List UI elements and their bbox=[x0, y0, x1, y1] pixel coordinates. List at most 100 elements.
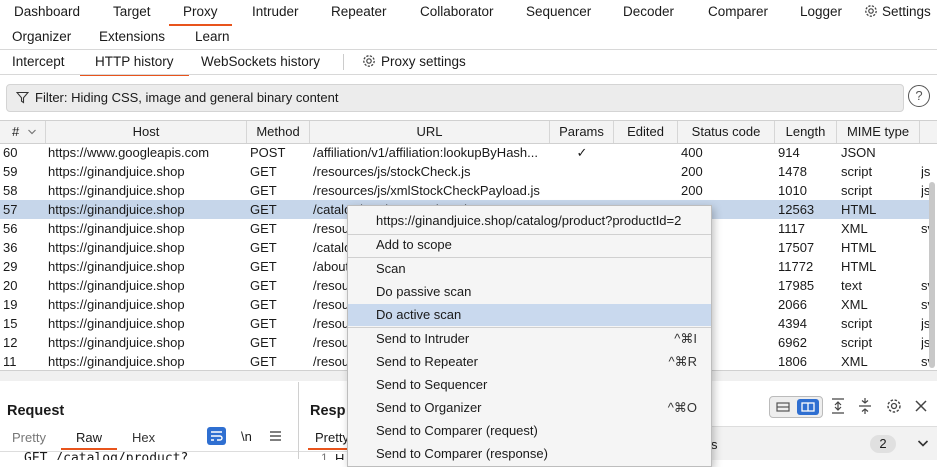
request-pane-title: Request bbox=[7, 403, 65, 419]
tab-settings-label: Settings bbox=[882, 4, 931, 19]
proxy-sub-tabs: Intercept HTTP history WebSockets histor… bbox=[0, 50, 937, 76]
request-tab-pretty[interactable]: Pretty bbox=[12, 430, 46, 445]
cell-mime: HTML bbox=[841, 202, 877, 217]
cell-method: GET bbox=[250, 278, 277, 293]
pretty-print-toggle[interactable] bbox=[207, 427, 226, 445]
wrap-lines-icon bbox=[211, 431, 223, 441]
cell-method: GET bbox=[250, 183, 277, 198]
newline-toggle[interactable]: \n bbox=[241, 429, 252, 444]
funnel-icon bbox=[16, 91, 29, 104]
col-header-method[interactable]: Method bbox=[247, 121, 310, 143]
table-scrollbar[interactable] bbox=[929, 182, 935, 368]
cell-host: https://ginandjuice.shop bbox=[48, 297, 185, 312]
cell-mime: script bbox=[841, 335, 873, 350]
tab-organizer[interactable]: Organizer bbox=[12, 25, 71, 49]
chevron-down-icon bbox=[27, 129, 36, 135]
tab-target[interactable]: Target bbox=[113, 0, 151, 24]
cell-status: 200 bbox=[681, 183, 703, 198]
table-row[interactable]: 60 https://www.googleapis.com POST/affilia… bbox=[0, 143, 930, 162]
menu-item-send-to-comparer-response[interactable]: Send to Comparer (response) bbox=[348, 443, 711, 465]
tab-intruder[interactable]: Intruder bbox=[252, 0, 299, 24]
menu-item-do-active-scan[interactable]: Do active scan bbox=[348, 304, 711, 326]
menu-item-do-passive-scan[interactable]: Do passive scan bbox=[348, 281, 711, 303]
menu-header-label: https://ginandjuice.shop/catalog/product… bbox=[376, 213, 682, 228]
menu-item-send-to-repeater[interactable]: Send to Repeater ^⌘R bbox=[348, 351, 711, 373]
tab-learn[interactable]: Learn bbox=[195, 25, 230, 49]
layout-vertical-button[interactable] bbox=[797, 399, 819, 415]
menu-item-send-to-organizer[interactable]: Send to Organizer ^⌘O bbox=[348, 397, 711, 419]
tab-decoder[interactable]: Decoder bbox=[623, 0, 674, 24]
cell-method: GET bbox=[250, 240, 277, 255]
menu-item-shortcut: ^⌘I bbox=[674, 331, 697, 346]
response-pane-title: Resp bbox=[310, 403, 346, 419]
menu-item-add-to-scope[interactable]: Add to scope bbox=[348, 234, 711, 256]
tab-dashboard[interactable]: Dashboard bbox=[14, 0, 80, 24]
tab-proxy[interactable]: Proxy bbox=[169, 0, 232, 26]
col-header-status[interactable]: Status code bbox=[678, 121, 775, 143]
col-header-url[interactable]: URL bbox=[310, 121, 550, 143]
cell-method: GET bbox=[250, 354, 277, 369]
menu-item-label: Add to scope bbox=[376, 237, 452, 252]
tab-http-history[interactable]: HTTP history bbox=[80, 50, 189, 76]
menu-item-label: Send to Comparer (request) bbox=[376, 423, 538, 438]
col-header-ext[interactable] bbox=[920, 121, 937, 143]
table-row[interactable]: 58 https://ginandjuice.shop GET/resources/… bbox=[0, 181, 930, 200]
close-icon[interactable] bbox=[913, 398, 929, 414]
filter-bar[interactable]: Filter: Hiding CSS, image and general bi… bbox=[6, 84, 904, 112]
layout-horizontal-button[interactable] bbox=[773, 400, 793, 414]
cell-host: https://ginandjuice.shop bbox=[48, 202, 185, 217]
col-header-length[interactable]: Length bbox=[775, 121, 837, 143]
menu-item-send-to-intruder[interactable]: Send to Intruder ^⌘I bbox=[348, 328, 711, 350]
menu-item-shortcut: ^⌘O bbox=[667, 400, 697, 415]
col-header-host[interactable]: Host bbox=[46, 121, 247, 143]
inspector-section[interactable]: s 2 bbox=[711, 426, 937, 460]
request-tab-hex[interactable]: Hex bbox=[132, 430, 155, 445]
cell-id: 59 bbox=[3, 164, 18, 179]
tab-extensions[interactable]: Extensions bbox=[99, 25, 165, 49]
tab-repeater[interactable]: Repeater bbox=[331, 0, 387, 24]
filter-text: Filter: Hiding CSS, image and general bi… bbox=[35, 90, 339, 105]
tab-logger[interactable]: Logger bbox=[800, 0, 842, 24]
cell-length: 4394 bbox=[778, 316, 807, 331]
help-icon[interactable]: ? bbox=[908, 85, 930, 107]
menu-item-scan[interactable]: Scan bbox=[348, 258, 711, 280]
col-header-mime[interactable]: MIME type bbox=[837, 121, 920, 143]
cell-params bbox=[552, 181, 612, 200]
table-row[interactable]: 59 https://ginandjuice.shop GET/resources/… bbox=[0, 162, 930, 181]
cell-method: GET bbox=[250, 335, 277, 350]
cell-host: https://ginandjuice.shop bbox=[48, 354, 185, 369]
tab-intercept[interactable]: Intercept bbox=[12, 50, 65, 74]
menu-item-send-to-comparer-request[interactable]: Send to Comparer (request) bbox=[348, 420, 711, 442]
gear-icon bbox=[865, 5, 877, 17]
cell-url: /resources/js/stockCheck.js bbox=[313, 164, 471, 179]
main-tab-bar: Dashboard Target Proxy Intruder Repeater… bbox=[0, 0, 937, 26]
tab-sequencer[interactable]: Sequencer bbox=[526, 0, 591, 24]
col-header-id[interactable]: # bbox=[0, 121, 46, 143]
cell-length: 2066 bbox=[778, 297, 807, 312]
cell-mime: HTML bbox=[841, 240, 877, 255]
cell-length: 12563 bbox=[778, 202, 815, 217]
menu-icon[interactable] bbox=[269, 430, 282, 442]
tab-settings[interactable]: Settings bbox=[863, 0, 931, 24]
menu-item-label: Scan bbox=[376, 261, 406, 276]
request-tab-raw[interactable]: Raw bbox=[61, 428, 117, 450]
menu-item-send-to-sequencer[interactable]: Send to Sequencer bbox=[348, 374, 711, 396]
tab-websockets-history[interactable]: WebSockets history bbox=[201, 50, 320, 74]
gear-icon[interactable] bbox=[885, 397, 903, 415]
cell-id: 58 bbox=[3, 183, 18, 198]
expand-icon[interactable] bbox=[830, 397, 846, 415]
cell-method: GET bbox=[250, 164, 277, 179]
cell-ext bbox=[921, 143, 935, 162]
cell-host: https://ginandjuice.shop bbox=[48, 316, 185, 331]
col-header-edited[interactable]: Edited bbox=[614, 121, 678, 143]
cell-length: 1478 bbox=[778, 164, 807, 179]
cell-method: GET bbox=[250, 316, 277, 331]
cell-id: 56 bbox=[3, 221, 18, 236]
proxy-settings-button[interactable]: Proxy settings bbox=[361, 50, 466, 74]
cell-status: 200 bbox=[681, 164, 703, 179]
tab-comparer[interactable]: Comparer bbox=[708, 0, 768, 24]
cell-id: 57 bbox=[3, 202, 18, 217]
tab-collaborator[interactable]: Collaborator bbox=[420, 0, 494, 24]
collapse-icon[interactable] bbox=[857, 397, 873, 415]
col-header-params[interactable]: Params bbox=[550, 121, 614, 143]
